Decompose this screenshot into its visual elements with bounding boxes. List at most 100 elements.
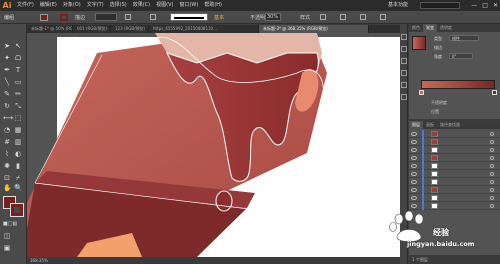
pencil-tool-icon[interactable]: ✏ <box>14 90 22 98</box>
variable-width-icon[interactable] <box>125 14 131 20</box>
paintbrush-tool-icon[interactable]: ✎ <box>3 90 11 98</box>
fill-color-swatch[interactable] <box>40 14 48 21</box>
tab-pathfinder[interactable]: 路径查找器 <box>437 121 463 129</box>
brushes-panel-icon[interactable] <box>401 58 407 64</box>
gradient-angle-input[interactable]: 0° <box>449 53 473 59</box>
gradient-type-select[interactable]: 线性 <box>449 35 479 41</box>
opacity-input[interactable]: 30% <box>265 13 281 21</box>
target-circle-icon[interactable] <box>490 187 494 192</box>
line-tool-icon[interactable]: ╲ <box>3 78 11 86</box>
visibility-eye-icon[interactable] <box>411 131 417 136</box>
visibility-eye-icon[interactable] <box>411 163 417 168</box>
menu-edit[interactable]: 编辑(E) <box>37 0 60 11</box>
color-mode-icon[interactable]: ■□▧ <box>3 220 17 228</box>
gradient-stop-start[interactable] <box>419 90 424 95</box>
stroke-panel-icon[interactable] <box>401 82 407 88</box>
target-circle-icon[interactable] <box>490 179 494 184</box>
menu-view[interactable]: 视图(V) <box>153 0 176 11</box>
symbol-sprayer-tool-icon[interactable]: ✺ <box>3 162 11 170</box>
brush-definition-dropdown[interactable] <box>170 13 208 21</box>
color-panel-icon[interactable] <box>401 34 407 40</box>
scale-tool-icon[interactable]: ⤡ <box>14 102 22 110</box>
stroke-swatch[interactable] <box>10 203 24 217</box>
visibility-eye-icon[interactable] <box>411 155 417 160</box>
width-tool-icon[interactable]: ⟷ <box>3 114 13 122</box>
minimize-button[interactable]: — <box>471 0 477 11</box>
menu-window[interactable]: 窗口(W) <box>176 0 201 11</box>
pen-tool-icon[interactable]: ✒ <box>3 66 11 74</box>
menu-object[interactable]: 对象(O) <box>60 0 84 11</box>
target-circle-icon[interactable] <box>490 171 494 176</box>
tab-transparency[interactable]: 透明度 <box>437 24 455 32</box>
visibility-eye-icon[interactable] <box>411 195 417 200</box>
menu-effect[interactable]: 效果(C) <box>130 0 153 11</box>
tab-document-3[interactable]: 123 (RGB/预览) <box>111 25 149 33</box>
tab-document-active[interactable]: 未标题-3* @ 368.35% (RGB/预览) <box>259 25 369 33</box>
direct-selection-tool-icon[interactable]: ↖ <box>14 42 22 50</box>
blend-tool-icon[interactable]: ◐ <box>14 150 22 158</box>
type-tool-icon[interactable]: T <box>14 66 22 74</box>
close-button[interactable]: ✕ <box>493 0 498 11</box>
drawing-mode-icon[interactable]: ◫ <box>3 232 11 240</box>
menu-select[interactable]: 选择(S) <box>107 0 130 11</box>
appearance-panel-icon[interactable] <box>401 94 407 100</box>
tab-artboards[interactable]: 画板 <box>423 121 437 129</box>
rotate-tool-icon[interactable]: ↻ <box>3 102 11 110</box>
mesh-tool-icon[interactable]: # <box>3 138 11 146</box>
profile-icon[interactable] <box>150 14 156 20</box>
target-circle-icon[interactable] <box>490 147 494 152</box>
graphic-style-icon[interactable] <box>320 14 326 20</box>
perspective-grid-tool-icon[interactable]: ▦ <box>14 126 22 134</box>
gradient-tool-icon[interactable]: ▥ <box>14 138 22 146</box>
tab-gradient[interactable]: 渐变 <box>423 24 437 32</box>
rectangle-tool-icon[interactable]: ▭ <box>14 78 22 86</box>
swatches-panel-icon[interactable] <box>401 46 407 52</box>
visibility-eye-icon[interactable] <box>411 147 417 152</box>
target-circle-icon[interactable] <box>490 139 494 144</box>
maximize-button[interactable]: □ <box>482 0 488 11</box>
eyedropper-tool-icon[interactable]: ⌇ <box>3 150 11 158</box>
tab-document-2[interactable]: 001 (RGB/预览) <box>73 25 111 33</box>
canvas-area[interactable] <box>27 33 400 257</box>
visibility-eye-icon[interactable] <box>411 187 417 192</box>
slice-tool-icon[interactable]: ⌿ <box>14 174 22 182</box>
tab-layers[interactable]: 图层 <box>409 121 423 129</box>
stroke-weight-input[interactable] <box>95 13 117 21</box>
screen-mode-icon[interactable]: ▣ <box>3 244 11 252</box>
layer-color-bar <box>422 153 424 162</box>
shape-builder-tool-icon[interactable]: ◔ <box>3 126 11 134</box>
target-circle-icon[interactable] <box>490 155 494 160</box>
lasso-tool-icon[interactable]: ᗝ <box>14 54 22 62</box>
tab-document-1[interactable]: 未标题-1* @ 50% (RGB/预览) <box>27 25 73 33</box>
artboard-tool-icon[interactable]: ⊡ <box>3 174 11 182</box>
menu-file[interactable]: 文件(F) <box>14 0 37 11</box>
gradient-slider[interactable] <box>421 80 495 89</box>
free-transform-tool-icon[interactable]: ⬚ <box>14 114 22 122</box>
artwork[interactable] <box>27 33 400 257</box>
magic-wand-tool-icon[interactable]: ✦ <box>3 54 11 62</box>
menu-help[interactable]: 帮助(H) <box>201 0 225 11</box>
target-circle-icon[interactable] <box>490 163 494 168</box>
search-input[interactable] <box>420 2 460 9</box>
tab-color[interactable]: 颜色 <box>409 24 423 32</box>
selection-tool-icon[interactable]: ➤ <box>3 42 11 50</box>
gradient-thumbnail[interactable] <box>412 36 426 50</box>
visibility-eye-icon[interactable] <box>411 139 417 144</box>
transform-icon[interactable] <box>360 14 366 20</box>
drip-droplet[interactable] <box>215 190 233 212</box>
zoom-tool-icon[interactable]: 🔍 <box>14 184 23 192</box>
target-circle-icon[interactable] <box>490 131 494 136</box>
workspace-switcher[interactable]: 基本功能 <box>388 0 408 11</box>
align-icon[interactable] <box>340 14 346 20</box>
target-circle-icon[interactable] <box>490 195 494 200</box>
symbols-panel-icon[interactable] <box>401 70 407 76</box>
menu-type[interactable]: 文字(T) <box>84 0 107 11</box>
hand-tool-icon[interactable]: ✋ <box>3 184 12 192</box>
tab-document-4[interactable]: https_4555992_20150808110... <box>149 25 259 33</box>
visibility-eye-icon[interactable] <box>411 179 417 184</box>
column-graph-tool-icon[interactable]: ▮ <box>14 162 22 170</box>
arrange-icon[interactable] <box>380 14 386 20</box>
gradient-stop-end[interactable] <box>492 90 497 95</box>
visibility-eye-icon[interactable] <box>411 171 417 176</box>
stroke-color-swatch[interactable] <box>60 14 68 21</box>
